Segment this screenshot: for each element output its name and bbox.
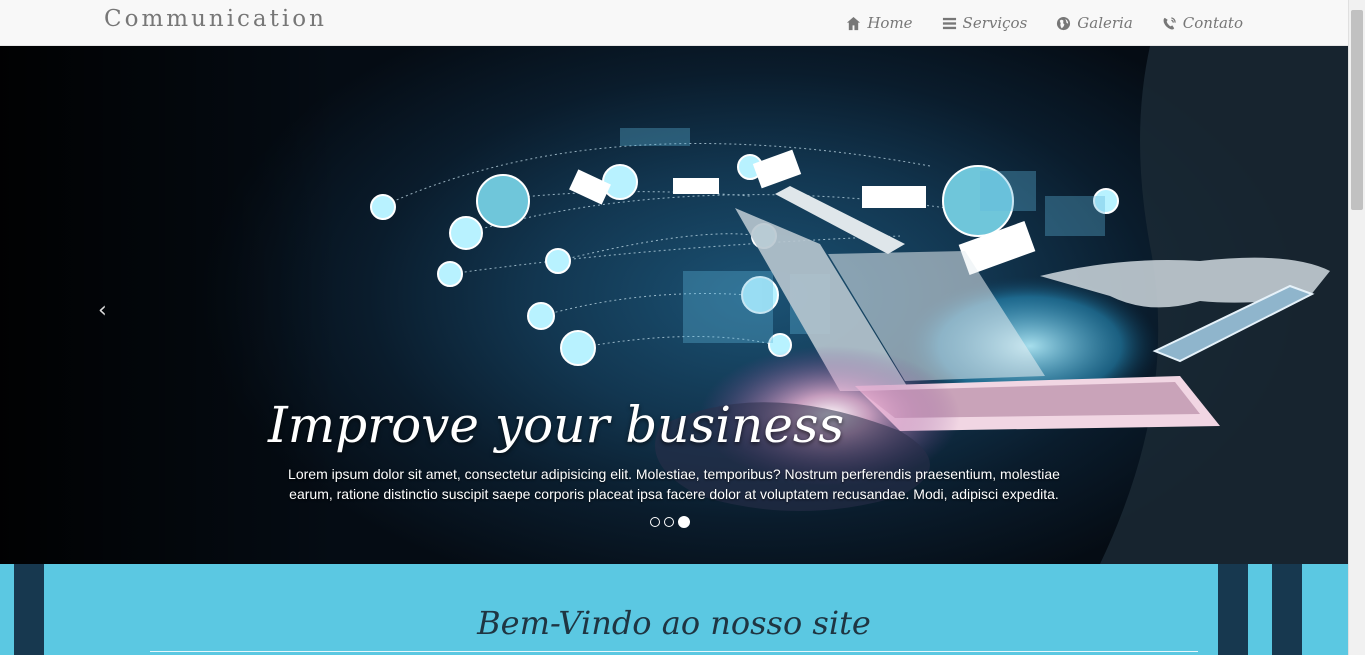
- scrollbar-thumb[interactable]: [1351, 10, 1363, 210]
- nav-item-label: Contato: [1182, 14, 1243, 32]
- carousel-prev-button[interactable]: ‹: [98, 298, 107, 323]
- carousel-indicator-1[interactable]: [650, 517, 660, 527]
- welcome-section: Bem-Vindo ao nosso site: [0, 564, 1348, 655]
- divider: [150, 651, 1198, 652]
- nav-item-galeria[interactable]: Galeria: [1056, 14, 1133, 32]
- nav-item-label: Home: [867, 14, 913, 32]
- globe-icon: [1057, 16, 1071, 30]
- navbar: Communication Home Serviços Galeria Cont…: [0, 0, 1348, 46]
- hero-carousel: ‹ Improve your business Lorem ipsum dolo…: [0, 46, 1348, 564]
- list-icon: [942, 17, 956, 29]
- carousel-indicator-3[interactable]: [678, 516, 690, 528]
- carousel-indicators: [650, 516, 690, 528]
- nav-item-label: Serviços: [962, 14, 1028, 32]
- nav-menu: Home Serviços Galeria Contato: [817, 0, 1243, 46]
- carousel-caption-text: Lorem ipsum dolor sit amet, consectetur …: [288, 466, 1060, 502]
- nav-item-contato[interactable]: Contato: [1162, 14, 1243, 32]
- phone-icon: [1163, 16, 1176, 29]
- carousel-caption-title: Improve your business: [268, 396, 845, 454]
- vertical-scrollbar[interactable]: [1348, 0, 1365, 655]
- nav-item-servicos[interactable]: Serviços: [942, 14, 1028, 32]
- brand-logo[interactable]: Communication: [104, 6, 327, 32]
- nav-item-label: Galeria: [1077, 14, 1133, 32]
- carousel-indicator-2[interactable]: [664, 517, 674, 527]
- home-icon: [847, 16, 861, 30]
- nav-item-home[interactable]: Home: [846, 14, 913, 32]
- welcome-title: Bem-Vindo ao nosso site: [477, 604, 871, 642]
